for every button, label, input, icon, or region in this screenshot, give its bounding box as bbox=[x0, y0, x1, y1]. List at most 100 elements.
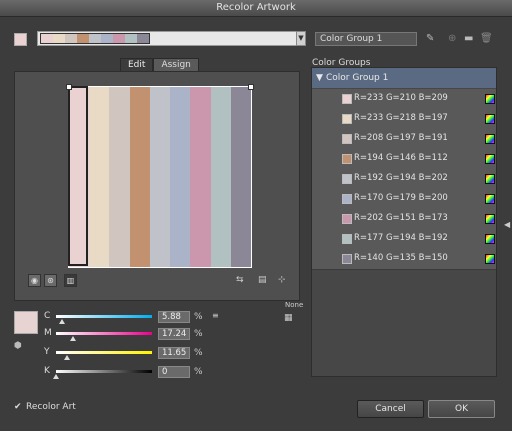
color-chip bbox=[342, 194, 352, 204]
color-bar[interactable] bbox=[170, 87, 191, 267]
color-value-label: R=202 G=151 B=173 bbox=[354, 213, 448, 223]
active-color-swatch[interactable] bbox=[14, 33, 27, 46]
harmony-chip bbox=[41, 34, 53, 43]
slider-label-m: M bbox=[44, 328, 52, 338]
slider-menu-icon[interactable]: ≡ bbox=[212, 311, 219, 320]
slider-track-c[interactable] bbox=[56, 315, 152, 318]
rgb-mode-icon bbox=[485, 114, 495, 124]
slider-thumb-k[interactable] bbox=[53, 374, 59, 379]
selected-bar-frame[interactable] bbox=[68, 86, 88, 266]
edit-assign-tabs: Edit Assign bbox=[120, 58, 199, 73]
color-group-row[interactable]: R=192 G=194 B=202 bbox=[312, 169, 496, 190]
harmony-chip bbox=[137, 34, 149, 43]
harmony-chip bbox=[101, 34, 113, 43]
slider-value-y[interactable]: 11.65 bbox=[158, 347, 190, 359]
percent-label: % bbox=[194, 367, 203, 377]
color-bar[interactable] bbox=[149, 87, 171, 267]
rgb-mode-icon bbox=[485, 94, 495, 104]
color-chip bbox=[342, 154, 352, 164]
slider-thumb-m[interactable] bbox=[69, 336, 76, 341]
percent-label: % bbox=[194, 312, 203, 322]
harmony-chip bbox=[65, 34, 77, 43]
folder-icon[interactable]: ▬ bbox=[464, 33, 473, 44]
color-bar[interactable] bbox=[190, 87, 211, 267]
slider-value-c[interactable]: 5.88 bbox=[158, 311, 190, 323]
trash-icon[interactable]: 🗑 bbox=[480, 33, 493, 44]
color-group-row[interactable]: R=233 G=218 B=197 bbox=[312, 109, 496, 130]
color-value-label: R=192 G=194 B=202 bbox=[354, 173, 448, 183]
color-group-row[interactable]: R=202 G=151 B=173 bbox=[312, 209, 496, 230]
color-group-name: Color Group 1 bbox=[326, 73, 389, 83]
harmony-chips bbox=[40, 33, 150, 44]
color-chip bbox=[342, 234, 352, 244]
color-bar[interactable] bbox=[210, 87, 231, 267]
cancel-button[interactable]: Cancel bbox=[357, 400, 424, 418]
color-group-row[interactable]: R=140 G=135 B=150 bbox=[312, 249, 496, 270]
color-wheel-segmented-button[interactable]: ⊛ bbox=[44, 274, 57, 287]
add-color-icon[interactable]: ⊹ bbox=[278, 275, 286, 285]
window-title: Recolor Artwork bbox=[0, 0, 512, 17]
color-bars-button[interactable]: ▥ bbox=[64, 274, 77, 287]
color-chip bbox=[342, 134, 352, 144]
rgb-mode-icon bbox=[485, 234, 495, 244]
percent-label: % bbox=[194, 348, 203, 358]
disclosure-triangle-icon[interactable]: ▼ bbox=[316, 68, 323, 88]
color-group-row[interactable]: R=170 G=179 B=200 bbox=[312, 189, 496, 210]
color-bar[interactable] bbox=[89, 87, 110, 267]
harmony-dropdown-arrow-icon[interactable]: ▼ bbox=[296, 31, 306, 46]
checkmark-icon: ✔ bbox=[14, 401, 22, 412]
color-mode-cube-icon[interactable]: ⬢ bbox=[14, 341, 22, 351]
resize-handle[interactable] bbox=[248, 84, 254, 90]
color-group-row[interactable]: R=194 G=146 B=112 bbox=[312, 149, 496, 170]
color-value-label: R=194 G=146 B=112 bbox=[354, 153, 448, 163]
rgb-mode-icon bbox=[485, 154, 495, 164]
color-bars bbox=[68, 86, 252, 268]
color-wheel-smooth-button[interactable]: ◉ bbox=[28, 274, 41, 287]
swatch-library-icon[interactable]: ▦ bbox=[284, 313, 293, 323]
resize-handle[interactable] bbox=[66, 84, 72, 90]
recolor-art-checkbox[interactable]: ✔ Recolor Art bbox=[14, 402, 76, 412]
color-group-name-input[interactable]: Color Group 1 bbox=[315, 32, 417, 46]
slider-value-k[interactable]: 0 bbox=[158, 366, 190, 378]
color-value-label: R=177 G=194 B=192 bbox=[354, 233, 448, 243]
color-group-row[interactable]: R=177 G=194 B=192 bbox=[312, 229, 496, 250]
color-value-label: R=208 G=197 B=191 bbox=[354, 133, 448, 143]
color-chip bbox=[342, 174, 352, 184]
slider-thumb-y[interactable] bbox=[64, 355, 71, 360]
rgb-mode-icon bbox=[485, 134, 495, 144]
color-bar[interactable] bbox=[109, 87, 130, 267]
color-bar[interactable] bbox=[129, 87, 150, 267]
new-group-icon[interactable]: ⊕ bbox=[448, 33, 456, 44]
slider-track-y[interactable] bbox=[56, 351, 152, 354]
recolor-art-label: Recolor Art bbox=[26, 402, 76, 412]
color-value-label: R=170 G=179 B=200 bbox=[354, 193, 448, 203]
color-chip bbox=[342, 254, 352, 264]
rgb-mode-icon bbox=[485, 194, 495, 204]
color-value-label: R=140 G=135 B=150 bbox=[354, 253, 448, 263]
harmony-chip bbox=[89, 34, 101, 43]
slider-track-k[interactable] bbox=[56, 370, 152, 373]
slider-value-m[interactable]: 17.24 bbox=[158, 328, 190, 340]
slider-label-c: C bbox=[44, 311, 51, 321]
ok-button[interactable]: OK bbox=[428, 400, 495, 418]
color-chip bbox=[342, 214, 352, 224]
color-group-row[interactable]: R=208 G=197 B=191 bbox=[312, 129, 496, 150]
rgb-mode-icon bbox=[485, 214, 495, 224]
eyedropper-icon[interactable]: ✎ bbox=[426, 33, 434, 44]
current-color-swatch bbox=[14, 311, 38, 334]
color-bar[interactable] bbox=[230, 87, 251, 267]
slider-thumb-c[interactable] bbox=[58, 319, 65, 324]
color-chip bbox=[342, 114, 352, 124]
panel-expand-arrow-icon[interactable]: ◀ bbox=[504, 220, 510, 229]
color-group-row[interactable]: R=233 G=210 B=209 bbox=[312, 89, 496, 110]
harmony-chip bbox=[113, 34, 125, 43]
limit-swatch-icon[interactable]: ▤ bbox=[258, 275, 267, 285]
slider-label-k: K bbox=[44, 366, 50, 376]
slider-label-y: Y bbox=[44, 347, 50, 357]
color-group-header[interactable]: ▼ Color Group 1 bbox=[312, 68, 496, 88]
slider-track-m[interactable] bbox=[56, 332, 152, 335]
rgb-mode-icon bbox=[485, 174, 495, 184]
link-harmony-icon[interactable]: ⇆ bbox=[236, 275, 244, 285]
color-value-label: R=233 G=218 B=197 bbox=[354, 113, 448, 123]
harmony-rules-dropdown[interactable] bbox=[37, 31, 302, 46]
